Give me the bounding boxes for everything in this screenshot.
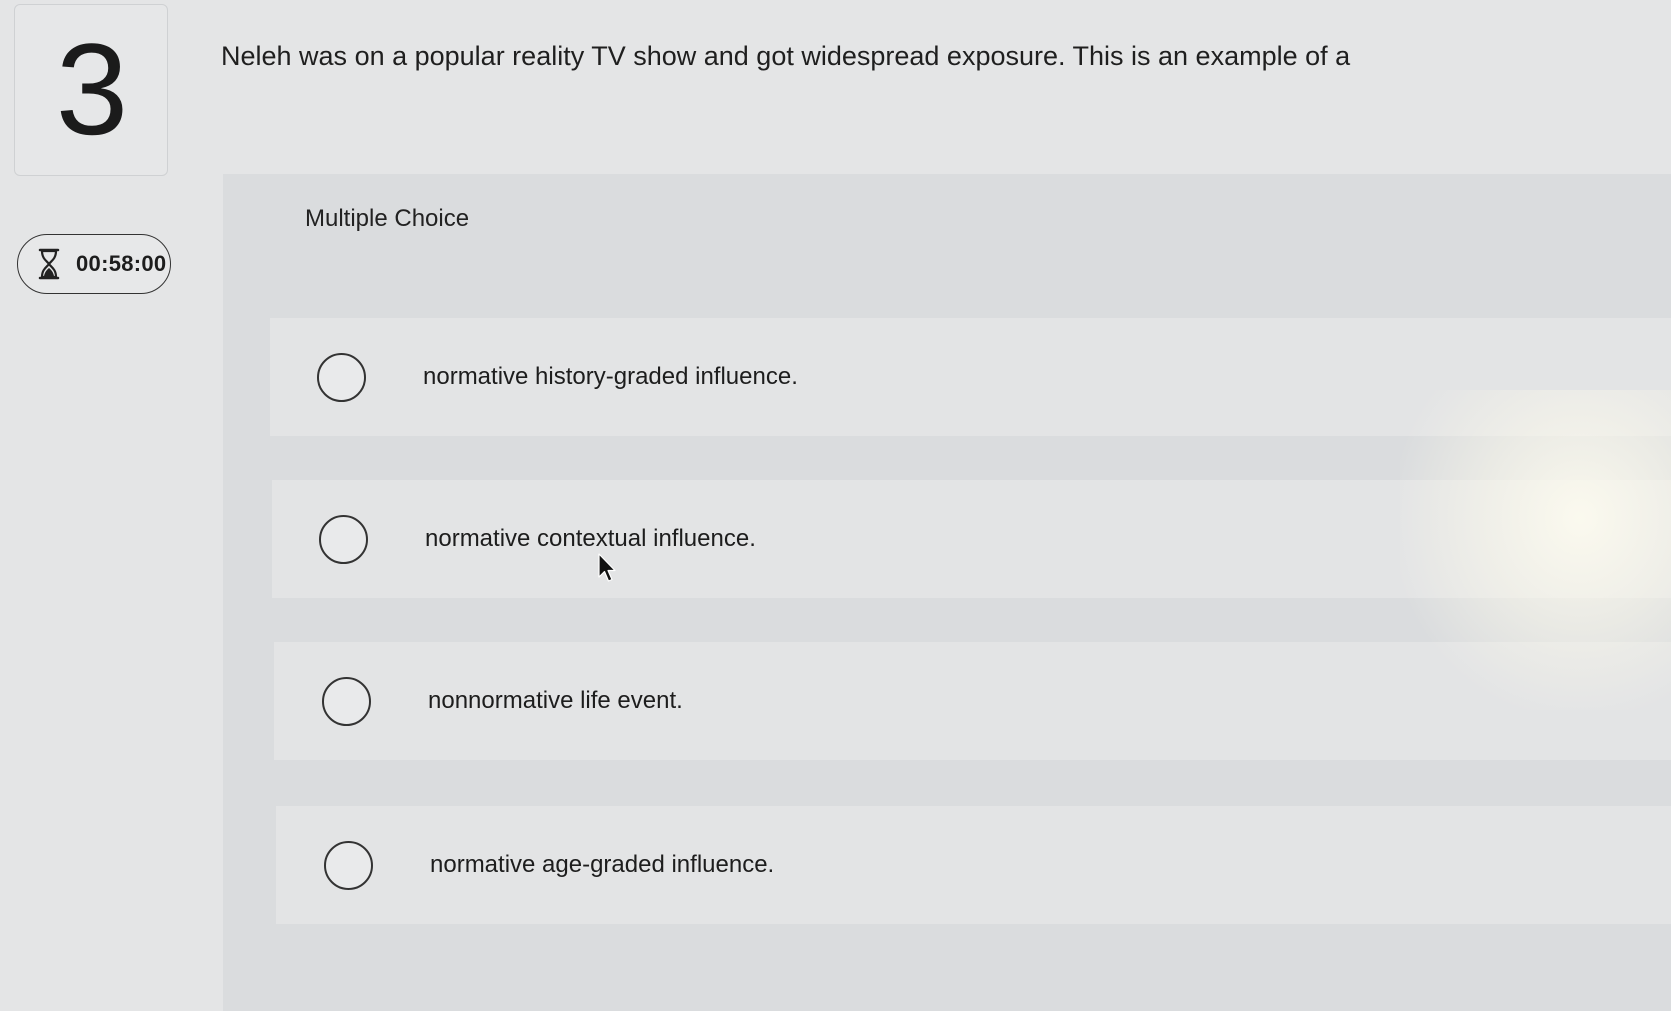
radio-button[interactable] <box>319 514 368 564</box>
radio-button[interactable] <box>324 840 373 890</box>
option-3[interactable]: nonnormative life event. <box>274 642 1671 760</box>
question-number: 3 <box>55 16 129 162</box>
radio-button[interactable] <box>317 352 366 402</box>
question-text: Neleh was on a popular reality TV show a… <box>221 41 1351 71</box>
timer[interactable]: 00:58:00 <box>17 234 171 294</box>
option-2[interactable]: normative contextual influence. <box>272 480 1671 598</box>
timer-value: 00:58:00 <box>76 251 167 276</box>
question-number-box: 3 <box>14 4 168 176</box>
hourglass-icon <box>36 247 62 281</box>
option-label: normative age-graded influence. <box>430 851 775 878</box>
question-type-label: Multiple Choice <box>305 205 470 232</box>
radio-button[interactable] <box>322 676 371 726</box>
option-label: normative history-graded influence. <box>423 363 798 390</box>
option-label: normative contextual influence. <box>425 525 756 552</box>
option-4[interactable]: normative age-graded influence. <box>276 806 1671 924</box>
option-1[interactable]: normative history-graded influence. <box>270 318 1671 436</box>
left-rail: 3 00:58:00 <box>0 0 222 1011</box>
option-label: nonnormative life event. <box>428 687 683 714</box>
